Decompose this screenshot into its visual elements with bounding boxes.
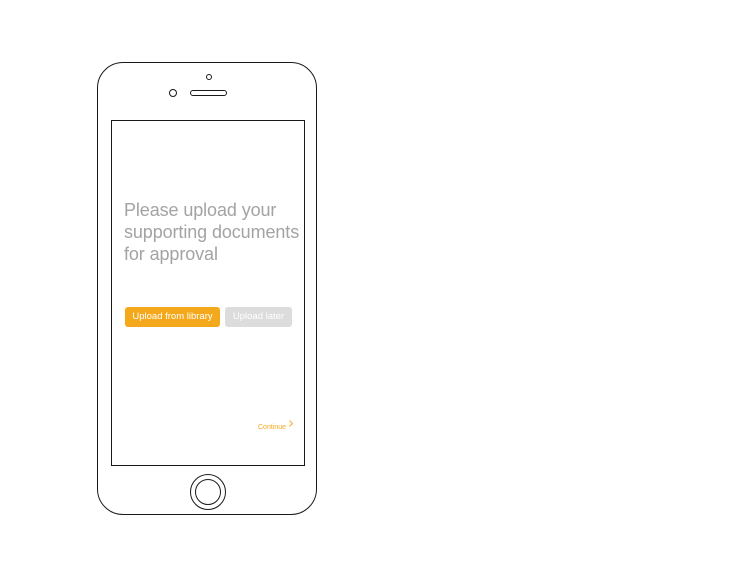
chevron-right-icon [289, 420, 294, 432]
continue-label: Continue [258, 423, 287, 431]
home-button-ring [194, 478, 221, 505]
canvas: Please upload your supporting documents … [0, 0, 750, 580]
upload-from-library-button[interactable]: Upload from library [125, 307, 220, 327]
front-camera [206, 74, 212, 80]
proximity-sensor [169, 89, 177, 97]
continue-link[interactable]: Continue [258, 420, 294, 433]
upload-documents-heading: Please upload your supporting documents … [124, 200, 300, 264]
upload-later-button[interactable]: Upload later [225, 307, 292, 327]
phone-screen [111, 120, 305, 466]
earpiece-speaker [190, 90, 227, 96]
home-button[interactable] [190, 474, 226, 510]
